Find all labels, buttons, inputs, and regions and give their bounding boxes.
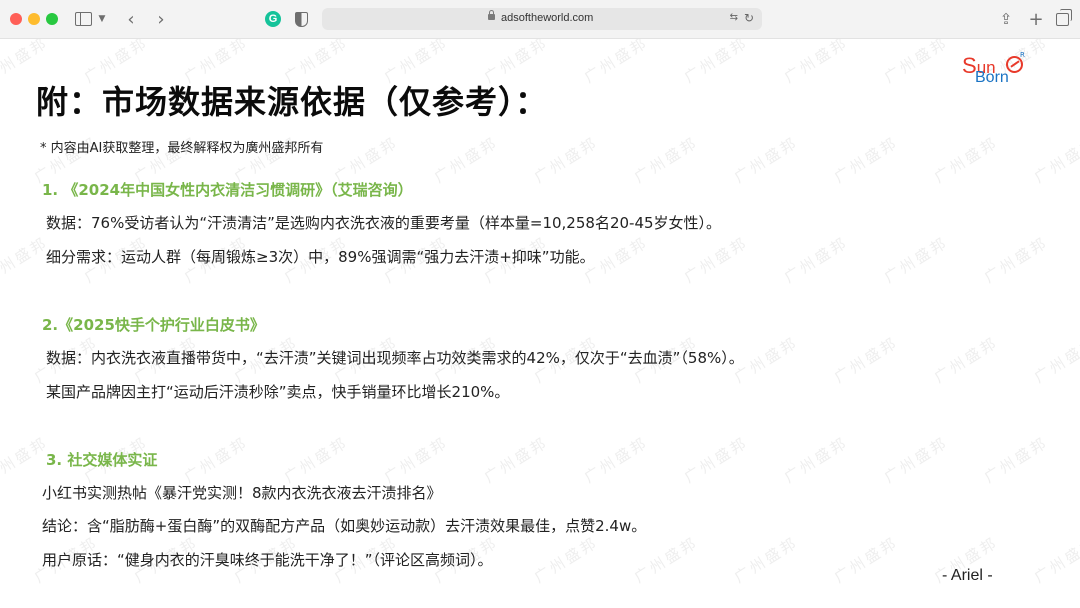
watermark-text: 广州盛邦 <box>680 233 752 287</box>
watermark-text: 广州盛邦 <box>780 233 852 287</box>
watermark-text: 广州盛邦 <box>630 133 702 187</box>
close-window-button[interactable] <box>10 13 22 25</box>
watermark-text: 广州盛邦 <box>580 39 652 87</box>
translate-icon[interactable]: ⇆ <box>730 12 738 23</box>
section-3-line-3: 用户原话：“健身内衣的汗臭味终于能洗干净了！”（评论区高频词）。 <box>42 551 493 569</box>
watermark-text: 广州盛邦 <box>1030 133 1080 187</box>
watermark-text: 广州盛邦 <box>730 533 802 587</box>
forward-arrow-icon[interactable]: › <box>154 9 168 30</box>
watermark-text: 广州盛邦 <box>780 39 852 87</box>
section-3-line-1: 小红书实测热帖《暴汗党实测！8款内衣洗衣液去汗渍排名》 <box>42 484 442 502</box>
author-signature: - Ariel - <box>942 567 993 584</box>
watermark-text: 广州盛邦 <box>480 433 552 487</box>
grammarly-letter: G <box>265 11 281 27</box>
watermark-text: 广州盛邦 <box>880 433 952 487</box>
watermark-text: 广州盛邦 <box>830 533 902 587</box>
watermark-text: 广州盛邦 <box>430 133 502 187</box>
watermark-text: 广州盛邦 <box>830 333 902 387</box>
watermark-text: 广州盛邦 <box>630 533 702 587</box>
url-text: adsoftheworld.com <box>501 12 594 24</box>
watermark-text: 广州盛邦 <box>880 233 952 287</box>
section-heading-2: 2.《2025快手个护行业白皮书》 <box>42 316 265 334</box>
section-1-line-2: 细分需求：运动人群（每周锻炼≥3次）中，89%强调需“强力去汗渍+抑味”功能。 <box>46 248 595 266</box>
address-bar[interactable]: adsoftheworld.com ⇆ ↻ <box>322 8 762 30</box>
watermark-text: 广州盛邦 <box>980 233 1052 287</box>
watermark-text: 广州盛邦 <box>280 433 352 487</box>
watermark-text: 广州盛邦 <box>580 433 652 487</box>
watermark-text: 广州盛邦 <box>730 133 802 187</box>
watermark-text: 广州盛邦 <box>1030 533 1080 587</box>
watermark-text: 广州盛邦 <box>0 433 52 487</box>
slide-content: 广州盛邦 广州盛邦 广州盛邦 广州盛邦 广州盛邦 广州盛邦 广州盛邦 广州盛邦 广州盛邦 广州盛邦… <box>0 39 1080 608</box>
watermark-text: 广州盛邦 <box>680 433 752 487</box>
tab-overview-icon[interactable] <box>1054 8 1072 29</box>
reload-icon[interactable]: ↻ <box>744 11 754 25</box>
share-icon[interactable]: ⇪ <box>998 9 1014 29</box>
watermark-text: 广州盛邦 <box>530 133 602 187</box>
sidebar-toggle-icon[interactable] <box>74 9 92 29</box>
watermark-text: 广州盛邦 <box>0 233 52 287</box>
section-2-line-2: 某国产品牌因主打“运动后汗渍秒除”卖点，快手销量环比增长210%。 <box>46 383 510 401</box>
new-tab-icon[interactable]: + <box>1028 9 1044 30</box>
watermark-text: 广州盛邦 <box>780 433 852 487</box>
watermark-text: 广州盛邦 <box>180 433 252 487</box>
watermark-text: 广州盛邦 <box>380 433 452 487</box>
section-heading-3: 3. 社交媒体实证 <box>46 451 158 469</box>
chevron-down-icon[interactable]: ▼ <box>97 9 107 29</box>
section-1-line-1: 数据：76%受访者认为“汗渍清洁”是选购内衣洗衣液的重要考量（样本量=10,25… <box>46 214 722 232</box>
watermark-text: 广州盛邦 <box>880 39 952 87</box>
section-3-line-2: 结论：含“脂肪酶+蛋白酶”的双酶配方产品（如奥妙运动款）去汗渍效果最佳，点赞2.… <box>42 517 647 535</box>
browser-toolbar: ▼ ‹ › G adsoftheworld.com ⇆ ↻ ⇪ + <box>0 0 1080 39</box>
back-arrow-icon[interactable]: ‹ <box>124 9 138 30</box>
disclaimer-note: * 内容由AI获取整理，最终解释权为廣州盛邦所有 <box>40 141 324 156</box>
watermark-text: 广州盛邦 <box>530 533 602 587</box>
sunborn-logo: Sun Born R <box>962 51 1028 93</box>
watermark-text: 广州盛邦 <box>930 333 1002 387</box>
minimize-window-button[interactable] <box>28 13 40 25</box>
watermark-text: 广州盛邦 <box>980 433 1052 487</box>
logo-born-text: Born <box>975 69 1009 86</box>
watermark-text: 广州盛邦 <box>680 39 752 87</box>
lock-icon <box>488 10 495 20</box>
section-2-line-1: 数据：内衣洗衣液直播带货中，“去汗渍”关键词出现频率占功效类需求的42%，仅次于… <box>46 349 744 367</box>
section-heading-1: 1. 《2024年中国女性内衣清洁习惯调研》（艾瑞咨询） <box>42 181 413 199</box>
page-title: 附：市场数据来源依据（仅参考）： <box>36 83 549 121</box>
watermark-text: 广州盛邦 <box>830 133 902 187</box>
zoom-window-button[interactable] <box>46 13 58 25</box>
watermark-text: 广州盛邦 <box>1030 333 1080 387</box>
grammarly-extension-icon[interactable]: G <box>264 9 282 29</box>
privacy-shield-icon[interactable] <box>294 9 308 29</box>
watermark-text: 广州盛邦 <box>930 133 1002 187</box>
logo-registered-mark: R <box>1020 51 1025 59</box>
